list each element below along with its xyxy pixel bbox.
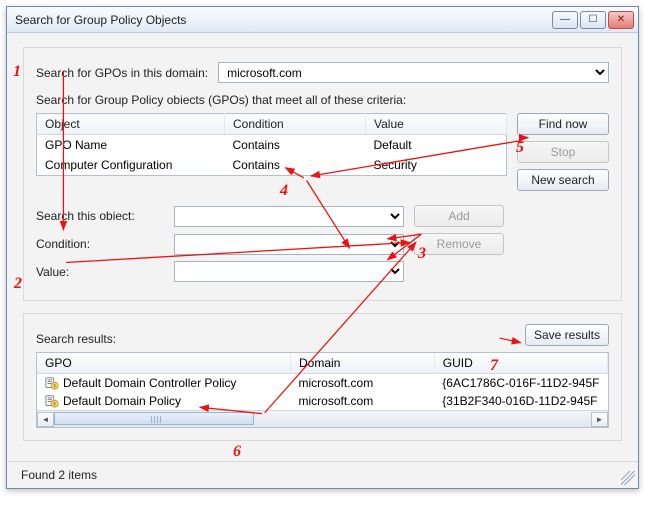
criteria-header-object[interactable]: Object xyxy=(37,114,225,135)
value-select[interactable] xyxy=(174,261,404,282)
criteria-cell-value: Security xyxy=(366,155,507,176)
minimize-button[interactable]: — xyxy=(552,11,578,29)
scroll-left-arrow[interactable]: ◄ xyxy=(37,412,54,427)
save-results-button[interactable]: Save results xyxy=(525,324,609,346)
scroll-track[interactable] xyxy=(54,412,591,427)
results-table[interactable]: GPO Domain GUID Default Domain Controlle… xyxy=(37,353,608,410)
object-field-label: Search this obiect: xyxy=(36,209,164,223)
add-button[interactable]: Add xyxy=(414,205,504,227)
results-cell-domain: microsoft.com xyxy=(291,392,435,410)
scroll-thumb[interactable] xyxy=(54,412,254,425)
annotation-6: 6 xyxy=(233,443,241,461)
domain-label: Search for GPOs in this domain: xyxy=(36,66,208,80)
criteria-cell-condition: Contains xyxy=(225,155,366,176)
search-group: Search for GPOs in this domain: microsof… xyxy=(23,47,622,301)
horizontal-scrollbar[interactable]: ◄ ► xyxy=(37,410,608,427)
criteria-cell-object: GPO Name xyxy=(37,135,225,156)
criteria-caption: Search for Group Policy obiects (GPOs) t… xyxy=(36,93,609,107)
results-cell-domain: microsoft.com xyxy=(291,374,435,393)
annotation-1: 1 xyxy=(13,63,21,81)
dialog-window: Search for Group Policy Objects — ☐ ✕ Se… xyxy=(6,6,639,489)
results-header-guid[interactable]: GUID xyxy=(434,353,607,374)
results-label: Search results: xyxy=(36,332,116,346)
scroll-right-arrow[interactable]: ► xyxy=(591,412,608,427)
window-title: Search for Group Policy Objects xyxy=(15,13,186,27)
results-row[interactable]: Default Domain Policymicrosoft.com{31B2F… xyxy=(37,392,608,410)
condition-field-label: Condition: xyxy=(36,237,164,251)
value-field-label: Value: xyxy=(36,265,164,279)
status-text: Found 2 items xyxy=(21,468,97,482)
titlebar[interactable]: Search for Group Policy Objects — ☐ ✕ xyxy=(7,7,638,33)
results-cell-guid: {31B2F340-016D-11D2-945F xyxy=(434,392,607,410)
criteria-row[interactable]: GPO NameContainsDefault xyxy=(37,135,507,156)
annotation-2: 2 xyxy=(14,275,22,293)
maximize-button[interactable]: ☐ xyxy=(580,11,606,29)
window-buttons: — ☐ ✕ xyxy=(552,11,634,29)
object-select[interactable] xyxy=(174,206,404,227)
results-header-domain[interactable]: Domain xyxy=(291,353,435,374)
find-now-button[interactable]: Find now xyxy=(517,113,609,135)
results-header-gpo[interactable]: GPO xyxy=(37,353,291,374)
criteria-header-condition[interactable]: Condition xyxy=(225,114,366,135)
condition-select[interactable] xyxy=(174,234,404,255)
criteria-row[interactable]: Computer ConfigurationContainsSecurity xyxy=(37,155,507,176)
criteria-cell-object: Computer Configuration xyxy=(37,155,225,176)
new-search-button[interactable]: New search xyxy=(517,169,609,191)
results-table-wrap: GPO Domain GUID Default Domain Controlle… xyxy=(36,352,609,428)
stop-button[interactable]: Stop xyxy=(517,141,609,163)
results-cell-gpo: Default Domain Policy xyxy=(37,392,291,410)
criteria-table[interactable]: Object Condition Value GPO NameContainsD… xyxy=(36,113,507,176)
results-cell-guid: {6AC1786C-016F-11D2-945F xyxy=(434,374,607,393)
resize-grip[interactable] xyxy=(621,471,635,485)
results-row[interactable]: Default Domain Controller Policymicrosof… xyxy=(37,374,608,393)
remove-button[interactable]: Remove xyxy=(414,233,504,255)
criteria-cell-condition: Contains xyxy=(225,135,366,156)
domain-select[interactable]: microsoft.com xyxy=(218,62,609,83)
client-area: Search for GPOs in this domain: microsof… xyxy=(7,33,638,461)
criteria-cell-value: Default xyxy=(366,135,507,156)
results-cell-gpo: Default Domain Controller Policy xyxy=(37,374,291,393)
criteria-header-value[interactable]: Value xyxy=(366,114,507,135)
status-bar: Found 2 items xyxy=(7,461,638,488)
results-group: Search results: Save results GPO Domain … xyxy=(23,313,622,441)
close-button[interactable]: ✕ xyxy=(608,11,634,29)
